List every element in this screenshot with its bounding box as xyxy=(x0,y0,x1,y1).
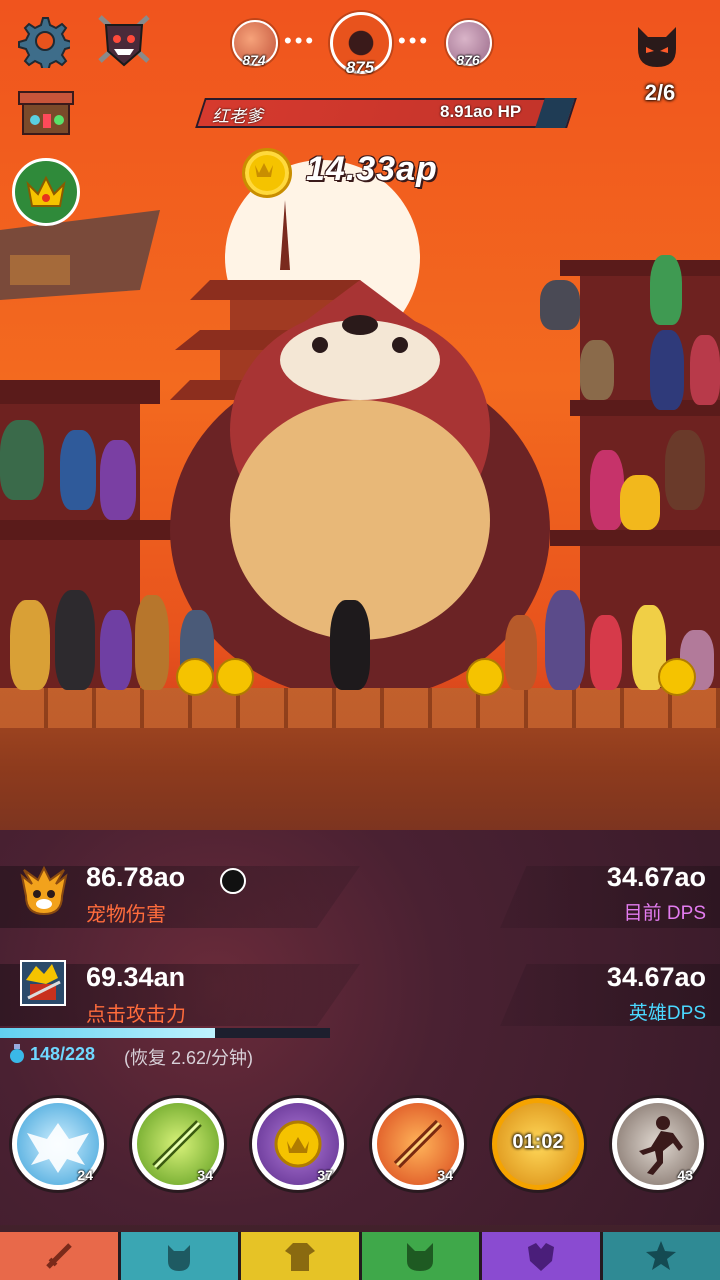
shirt-icon xyxy=(284,1243,315,1271)
boss-progress: 2/6 xyxy=(644,80,676,105)
stage-next[interactable]: 876 xyxy=(446,20,492,70)
hero-character xyxy=(330,600,370,690)
vip-button[interactable] xyxy=(12,158,80,226)
hero-character xyxy=(590,450,624,530)
sword-icon xyxy=(45,1243,72,1269)
coin-pickup[interactable] xyxy=(216,658,254,696)
boss-hp: 8.91ao HP xyxy=(440,102,522,121)
mana-bar xyxy=(0,1028,330,1038)
skill-level: 34 xyxy=(437,1167,453,1183)
tab-heroes[interactable] xyxy=(120,1232,241,1280)
shop-icon xyxy=(18,91,74,135)
devil-head-icon xyxy=(638,27,676,67)
hero-character xyxy=(650,330,684,410)
skill-fire-sword-button[interactable]: 34 xyxy=(372,1098,464,1190)
demon-shield-icon xyxy=(98,15,150,67)
pet-damage-label: 宠物伤害 xyxy=(86,904,166,926)
sword-master-avatar[interactable] xyxy=(20,960,66,1006)
tab-artifacts[interactable] xyxy=(602,1232,720,1280)
skill-level: 24 xyxy=(77,1167,93,1183)
stage-number: 874 xyxy=(242,52,266,68)
tab-pets[interactable] xyxy=(361,1232,482,1280)
hero-character xyxy=(590,615,622,690)
hero-character xyxy=(10,600,50,690)
bottom-tab-bar xyxy=(0,1232,720,1280)
tab-sword[interactable] xyxy=(0,1232,121,1280)
gold-amount: 14.33ap xyxy=(306,150,438,188)
clan-crest-icon xyxy=(527,1243,554,1271)
hero-dps-value: 34.67ao xyxy=(606,962,706,992)
hero-character xyxy=(100,440,136,520)
tab-clan[interactable] xyxy=(482,1232,603,1280)
stage-dots: ••• xyxy=(284,28,317,53)
coin-pickup[interactable] xyxy=(466,658,504,696)
hero-character xyxy=(540,280,580,330)
hero-character xyxy=(545,590,585,690)
pet-status-dot xyxy=(220,868,246,894)
hero-character xyxy=(505,615,537,690)
hero-character xyxy=(650,255,682,325)
skill-level: 43 xyxy=(677,1167,693,1183)
stage-dots: ••• xyxy=(398,28,431,53)
skill-level: 37 xyxy=(317,1167,333,1183)
hero-character xyxy=(665,430,705,510)
game-scene[interactable] xyxy=(0,0,720,1280)
hero-character xyxy=(55,590,95,690)
pet-head-icon xyxy=(407,1243,434,1271)
stage-current[interactable]: 875 xyxy=(330,12,392,77)
stage-previous[interactable]: 874 xyxy=(232,20,278,70)
shop-button[interactable] xyxy=(16,90,76,138)
tap-damage-value: 69.34an xyxy=(86,962,186,992)
settings-button[interactable] xyxy=(14,12,72,70)
hero-character xyxy=(60,430,96,510)
mana-bar-fill xyxy=(0,1028,215,1038)
clan-button[interactable] xyxy=(92,10,156,70)
mana-text: 148/228 xyxy=(30,1044,96,1064)
skill-heavenly-strike-button[interactable]: 24 xyxy=(12,1098,104,1190)
star-icon xyxy=(646,1241,677,1270)
boss-name: 红老爹 xyxy=(212,107,263,126)
hero-character xyxy=(580,340,614,400)
coin-pickup[interactable] xyxy=(176,658,214,696)
skill-deadly-strike-button[interactable]: 34 xyxy=(132,1098,224,1190)
current-dps-label: 目前 DPS xyxy=(623,903,706,924)
skill-shadow-clone-button[interactable]: 43 xyxy=(612,1098,704,1190)
stage-number: 875 xyxy=(345,58,375,77)
stage-number: 876 xyxy=(456,52,480,68)
hero-character xyxy=(0,420,44,500)
tap-damage-label: 点击攻击力 xyxy=(86,1004,186,1026)
mana-potion-icon xyxy=(8,1044,26,1064)
hero-character xyxy=(135,595,169,690)
hero-character xyxy=(620,475,660,530)
crown-icon xyxy=(26,175,66,207)
current-dps-value: 34.67ao xyxy=(606,862,706,892)
skill-cooldown-timer: 01:02 xyxy=(512,1131,564,1153)
hero-character xyxy=(690,335,720,405)
skill-level: 34 xyxy=(197,1167,213,1183)
ground-bricks xyxy=(0,688,720,728)
boss-fight-button[interactable] xyxy=(630,22,684,70)
gold-coin-icon xyxy=(242,148,292,198)
hero-dps-label: 英雄DPS xyxy=(628,1003,706,1024)
helmet-icon xyxy=(168,1245,191,1271)
skill-war-cry-button[interactable]: 01:02 xyxy=(492,1098,584,1190)
pet-damage-value: 86.78ao xyxy=(86,862,186,892)
gear-icon xyxy=(18,17,70,68)
skill-hand-of-midas-button[interactable]: 37 xyxy=(252,1098,344,1190)
mana-regen-text: (恢复 2.62/分钟) xyxy=(124,1048,254,1068)
coin-pickup[interactable] xyxy=(658,658,696,696)
pet-icon[interactable] xyxy=(14,865,74,918)
hero-character xyxy=(100,610,132,690)
tab-equipment[interactable] xyxy=(241,1232,362,1280)
